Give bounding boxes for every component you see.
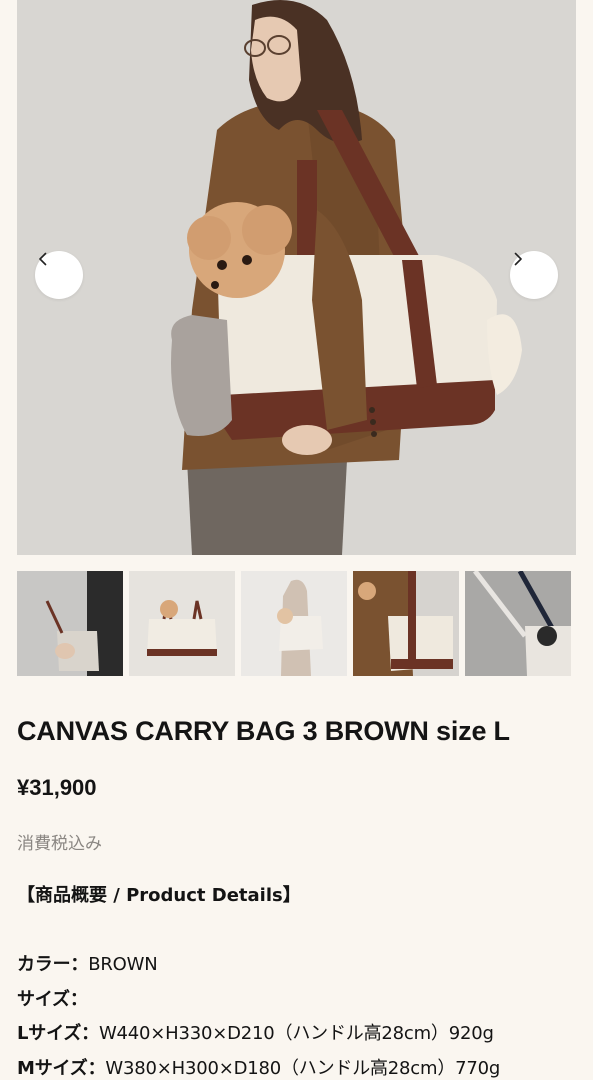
thumbnail-3[interactable] bbox=[241, 571, 347, 676]
spec-size-l: Lサイズ：W440×H330×D210（ハンドル高28cm）920g bbox=[17, 1019, 494, 1045]
product-details-heading: 【商品概要 / Product Details】 bbox=[17, 885, 301, 906]
spec-size-l-value: W440×H330×D210（ハンドル高28cm）920g bbox=[98, 1023, 494, 1044]
thumbnail-1[interactable] bbox=[17, 571, 123, 676]
product-title: CANVAS CARRY BAG 3 BROWN size L bbox=[17, 716, 510, 746]
spec-color-value: BROWN bbox=[88, 954, 158, 975]
previous-image-button[interactable] bbox=[35, 251, 83, 299]
chevron-right-icon bbox=[514, 252, 522, 266]
spec-size-m-value: W380×H300×D180（ハンドル高28cm）770g bbox=[105, 1058, 501, 1079]
thumbnail-2[interactable] bbox=[129, 571, 235, 676]
model-with-bag-illustration bbox=[17, 0, 576, 555]
next-image-button[interactable] bbox=[510, 251, 558, 299]
thumbnail-4[interactable] bbox=[353, 571, 459, 676]
spec-color-label: カラー： bbox=[17, 954, 89, 975]
spec-size: サイズ： bbox=[17, 985, 88, 1011]
spec-size-label: サイズ： bbox=[17, 989, 88, 1010]
product-price: ¥31,900 bbox=[17, 775, 97, 800]
spec-size-l-label: Lサイズ： bbox=[17, 1023, 99, 1044]
thumbnail-strip bbox=[17, 571, 576, 676]
spec-size-m: Mサイズ：W380×H300×D180（ハンドル高28cm）770g bbox=[17, 1054, 500, 1080]
main-product-image[interactable] bbox=[17, 0, 576, 555]
tax-note: 消費税込み bbox=[17, 834, 102, 854]
thumbnail-5[interactable] bbox=[465, 571, 571, 676]
product-page: CANVAS CARRY BAG 3 BROWN size L ¥31,900 … bbox=[0, 0, 593, 1080]
spec-color: カラー：BROWN bbox=[17, 950, 158, 976]
spec-size-m-label: Mサイズ： bbox=[17, 1058, 106, 1079]
chevron-left-icon bbox=[39, 252, 47, 266]
